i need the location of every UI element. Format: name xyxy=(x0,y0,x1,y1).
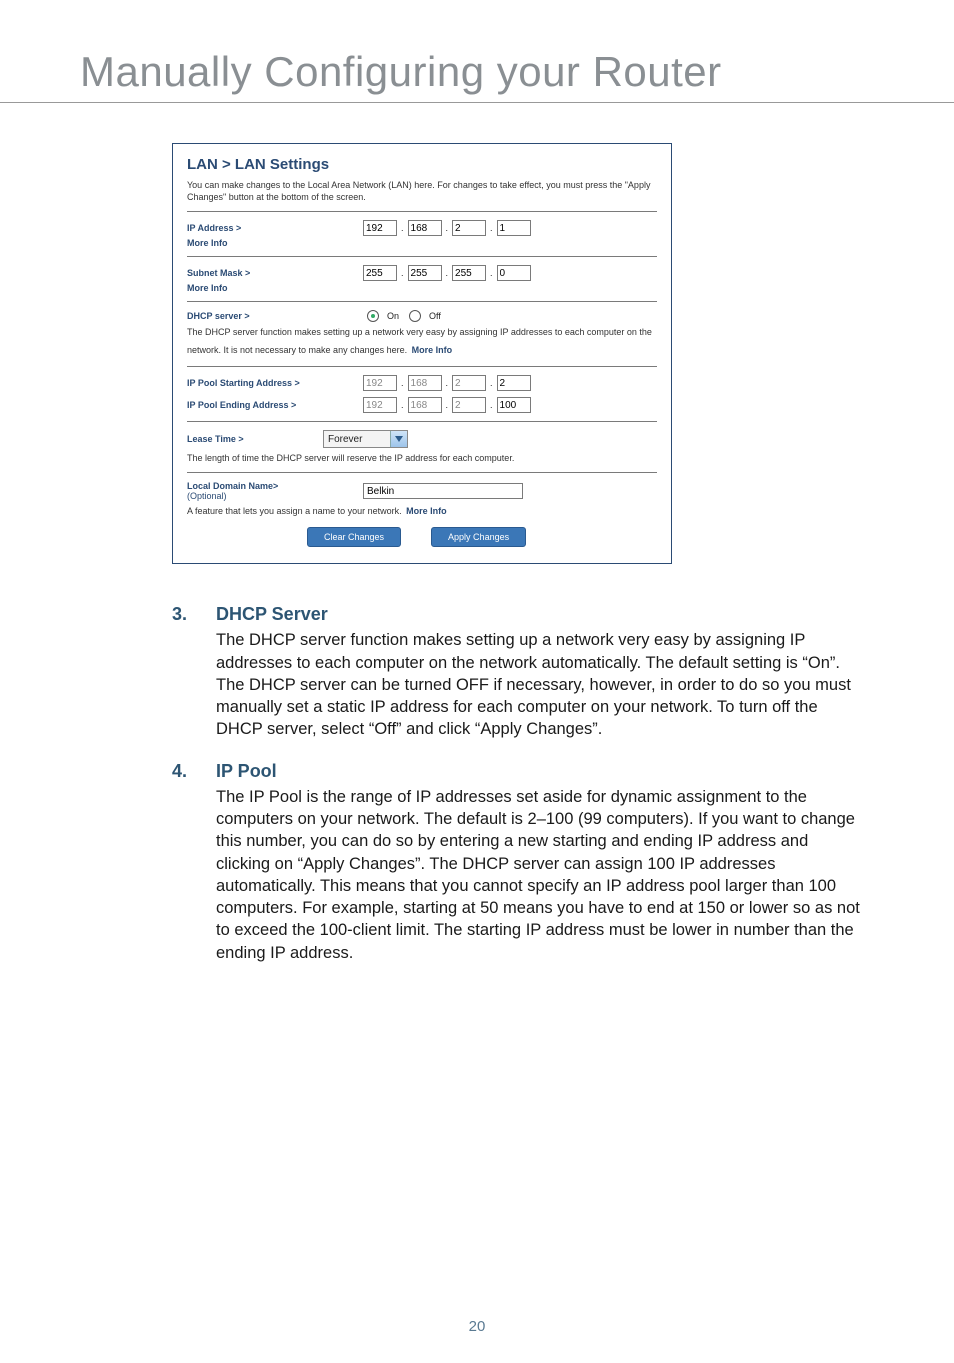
ip-octet-2[interactable] xyxy=(408,220,442,236)
dot: . xyxy=(490,268,493,278)
divider xyxy=(187,301,657,302)
dot: . xyxy=(446,378,449,388)
subnet-octet-1[interactable] xyxy=(363,265,397,281)
domain-desc: A feature that lets you assign a name to… xyxy=(187,506,402,516)
dot: . xyxy=(401,400,404,410)
pool-start-octet-1 xyxy=(363,375,397,391)
section-heading: IP Pool xyxy=(216,761,862,782)
dot: . xyxy=(401,378,404,388)
dot: . xyxy=(401,223,404,233)
dhcp-radio-on-label: On xyxy=(387,311,399,321)
dot: . xyxy=(490,378,493,388)
divider xyxy=(187,256,657,257)
pool-start-octet-4[interactable] xyxy=(497,375,531,391)
divider xyxy=(187,366,657,367)
clear-changes-button[interactable]: Clear Changes xyxy=(307,527,401,547)
domain-sub: (Optional) xyxy=(187,491,227,501)
list-item: 4. IP Pool The IP Pool is the range of I… xyxy=(172,761,862,964)
dot: . xyxy=(446,268,449,278)
pool-start-octet-3 xyxy=(452,375,486,391)
pool-end-octet-4[interactable] xyxy=(497,397,531,413)
intro-text: You can make changes to the Local Area N… xyxy=(187,179,657,203)
subnet-label[interactable]: Subnet Mask > xyxy=(187,268,357,278)
subnet-octet-3[interactable] xyxy=(452,265,486,281)
dot: . xyxy=(490,223,493,233)
dot: . xyxy=(401,268,404,278)
lease-desc: The length of time the DHCP server will … xyxy=(187,452,657,464)
dot: . xyxy=(446,223,449,233)
breadcrumb: LAN > LAN Settings xyxy=(187,156,657,173)
divider xyxy=(187,211,657,212)
body-list: 3. DHCP Server The DHCP server function … xyxy=(172,604,862,963)
dot: . xyxy=(446,400,449,410)
section-body: The DHCP server function makes setting u… xyxy=(216,629,862,740)
router-ui-panel: LAN > LAN Settings You can make changes … xyxy=(172,143,672,564)
lease-time-value: Forever xyxy=(324,434,390,445)
pool-end-octet-3 xyxy=(452,397,486,413)
list-item: 3. DHCP Server The DHCP server function … xyxy=(172,604,862,740)
domain-label[interactable]: Local Domain Name> (Optional) xyxy=(187,481,357,501)
more-info-link[interactable]: More Info xyxy=(406,506,447,516)
lease-time-select[interactable]: Forever xyxy=(323,430,408,448)
domain-input[interactable] xyxy=(363,483,523,499)
lease-time-label[interactable]: Lease Time > xyxy=(187,434,317,444)
ip-address-label[interactable]: IP Address > xyxy=(187,223,357,233)
pool-start-label[interactable]: IP Pool Starting Address > xyxy=(187,378,357,388)
pool-end-octet-1 xyxy=(363,397,397,413)
pool-start-octet-2 xyxy=(408,375,442,391)
more-info-link[interactable]: More Info xyxy=(412,345,453,355)
ip-octet-4[interactable] xyxy=(497,220,531,236)
divider xyxy=(187,472,657,473)
dhcp-radio-on[interactable] xyxy=(367,310,379,322)
section-heading: DHCP Server xyxy=(216,604,862,625)
subnet-octet-4[interactable] xyxy=(497,265,531,281)
divider xyxy=(187,421,657,422)
section-body: The IP Pool is the range of IP addresses… xyxy=(216,786,862,964)
ip-octet-3[interactable] xyxy=(452,220,486,236)
list-item-number: 4. xyxy=(172,761,216,964)
title-rule xyxy=(0,102,954,103)
more-info-link[interactable]: More Info xyxy=(187,238,657,248)
domain-label-text: Local Domain Name> xyxy=(187,481,278,491)
page-title: Manually Configuring your Router xyxy=(80,48,874,96)
dhcp-radio-off-label: Off xyxy=(429,311,441,321)
subnet-octet-2[interactable] xyxy=(408,265,442,281)
apply-changes-button[interactable]: Apply Changes xyxy=(431,527,526,547)
page-number: 20 xyxy=(0,1318,954,1335)
dhcp-label[interactable]: DHCP server > xyxy=(187,311,357,321)
list-item-number: 3. xyxy=(172,604,216,740)
dhcp-radio-off[interactable] xyxy=(409,310,421,322)
chevron-down-icon xyxy=(390,431,407,447)
pool-end-label[interactable]: IP Pool Ending Address > xyxy=(187,400,357,410)
more-info-link[interactable]: More Info xyxy=(187,283,657,293)
ip-octet-1[interactable] xyxy=(363,220,397,236)
pool-end-octet-2 xyxy=(408,397,442,413)
dot: . xyxy=(490,400,493,410)
